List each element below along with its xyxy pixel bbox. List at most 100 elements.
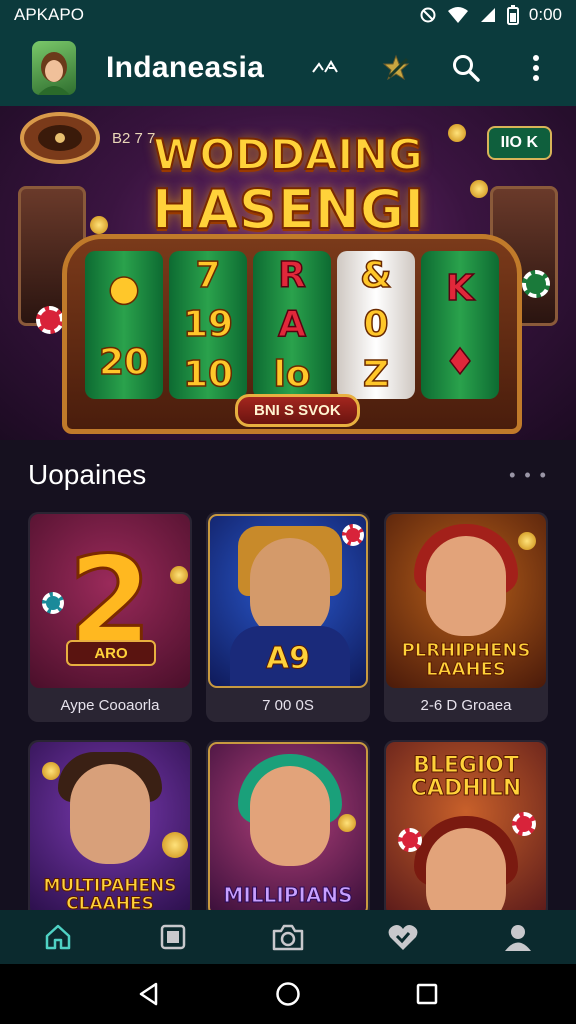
reel-symbol: ♦ [443, 341, 477, 384]
character-face-illustration [250, 766, 330, 866]
hero-title-line1: WODDAING [152, 129, 424, 180]
hero-banner[interactable]: B2 7 7 IIO K WODDAING HASENGI ● 20 7 19 … [0, 106, 576, 440]
character-face-illustration [70, 764, 150, 864]
wifi-icon [447, 7, 468, 23]
game-card[interactable]: PLRHIPHENS LAAHES 2-6 D Groaea [384, 512, 548, 722]
game-art-text: BLEGIOT CADHILN [410, 753, 522, 802]
game-card[interactable]: A9 7 00 0S [206, 512, 370, 722]
slot-reel: ● 20 [85, 251, 163, 399]
game-grid: 2 ARO Aype Cooaorla A9 7 00 0S PLRHIPHEN… [28, 512, 548, 950]
game-card[interactable]: 2 ARO Aype Cooaorla [28, 512, 192, 722]
casino-chip-icon [36, 306, 64, 334]
coin-icon [162, 832, 188, 858]
overflow-menu-icon [533, 55, 539, 81]
system-recents-button[interactable] [403, 970, 451, 1018]
coin-icon [170, 566, 188, 584]
nav-profile[interactable] [490, 910, 546, 964]
slot-reel: & 0 Z [337, 251, 415, 399]
coin-icon [42, 762, 60, 780]
profile-icon [505, 925, 532, 951]
section-title: Uopaines [28, 459, 147, 490]
game-thumbnail: PLRHIPHENS LAAHES [386, 514, 546, 688]
favorite-edit-button[interactable] [372, 44, 420, 92]
status-left-text: APKAPO [14, 5, 84, 24]
system-navigation-bar [0, 964, 576, 1024]
status-time: 0:00 [528, 5, 562, 24]
coin-icon [518, 532, 536, 550]
slot-reel: 7 19 10 [169, 251, 247, 399]
home-icon [45, 924, 70, 950]
reel-symbol: R [277, 254, 306, 297]
game-title: 7 00 0S [262, 696, 314, 714]
heart-check-icon [388, 925, 418, 950]
slot-reel: R A lo [253, 251, 331, 399]
character-face-illustration [250, 538, 330, 638]
hero-spin-button[interactable]: BNI S SVOK [235, 394, 360, 427]
casino-chip-icon [42, 592, 64, 614]
reel-symbol: 7 [195, 254, 222, 297]
cast-button[interactable] [302, 44, 350, 92]
search-icon [453, 55, 480, 82]
casino-chip-icon [342, 524, 364, 546]
game-art-text: A9 [265, 640, 311, 676]
overflow-menu-button[interactable] [512, 44, 560, 92]
recents-icon [416, 983, 437, 1005]
cast-icon [312, 60, 338, 73]
game-art-text: MULTIPAHENS CLAAHES [43, 876, 177, 915]
coin-icon [338, 814, 356, 832]
game-title: Aype Cooaorla [60, 696, 160, 714]
nav-favorites[interactable] [375, 910, 431, 964]
app-logo-avatar-icon [38, 52, 70, 95]
system-home-button[interactable] [264, 970, 312, 1018]
battery-icon [506, 5, 519, 25]
slot-reels: ● 20 7 19 10 R A lo & 0 Z K ♦ [85, 251, 499, 399]
home-circle-icon [276, 982, 300, 1006]
game-art-text: PLRHIPHENS LAAHES [401, 640, 531, 681]
game-thumbnail: MILLIPIANS [208, 742, 368, 916]
game-art-plate: ARO [66, 640, 156, 666]
status-bar: APKAPO 0:00 [0, 0, 576, 30]
casino-chip-icon [512, 812, 536, 836]
character-face-illustration [426, 828, 506, 916]
app-title: Indaneasia [106, 51, 265, 84]
reel-symbol: K [445, 267, 474, 310]
reel-symbol: 19 [182, 304, 234, 347]
stop-square-icon [160, 924, 186, 950]
reel-symbol: Z [362, 353, 390, 396]
reel-symbol: ● [108, 267, 141, 310]
character-face-illustration [426, 536, 506, 636]
game-thumbnail: BLEGIOT CADHILN [386, 742, 546, 916]
status-icons: 0:00 [419, 5, 562, 25]
game-title: 2-6 D Groaea [420, 696, 512, 714]
casino-chip-icon [522, 270, 550, 298]
hero-title-line2: HASENGI [151, 177, 425, 242]
game-thumbnail: MULTIPAHENS CLAAHES [30, 742, 190, 916]
slot-machine-illustration: ● 20 7 19 10 R A lo & 0 Z K ♦ BNI S SVOK [62, 234, 522, 434]
reel-symbol: & [360, 254, 393, 297]
slot-reel: K ♦ [421, 251, 499, 399]
nav-camera[interactable] [260, 910, 316, 964]
reel-symbol: 20 [98, 341, 150, 384]
game-thumbnail: 2 ARO [30, 514, 190, 688]
app-bar-actions [302, 44, 560, 92]
app-bar: Indaneasia [0, 30, 576, 106]
game-art-text: MILLIPIANS [223, 883, 353, 907]
bottom-navigation [0, 910, 576, 964]
back-icon [140, 982, 158, 1006]
nav-library[interactable] [145, 910, 201, 964]
star-edit-icon [382, 54, 410, 81]
do-not-disturb-icon [420, 7, 436, 23]
search-button[interactable] [442, 44, 490, 92]
reel-symbol: 10 [182, 353, 234, 396]
system-back-button[interactable] [125, 970, 173, 1018]
app-logo[interactable] [32, 41, 76, 95]
game-thumbnail: A9 [208, 514, 368, 688]
section-header: Uopaines • • • [0, 440, 576, 510]
casino-chip-icon [398, 828, 422, 852]
signal-icon [480, 8, 495, 22]
camera-icon [272, 924, 304, 951]
reel-symbol: 0 [363, 304, 390, 347]
nav-home[interactable] [30, 910, 86, 964]
reel-symbol: lo [273, 353, 312, 396]
section-more-button[interactable]: • • • [509, 465, 548, 486]
